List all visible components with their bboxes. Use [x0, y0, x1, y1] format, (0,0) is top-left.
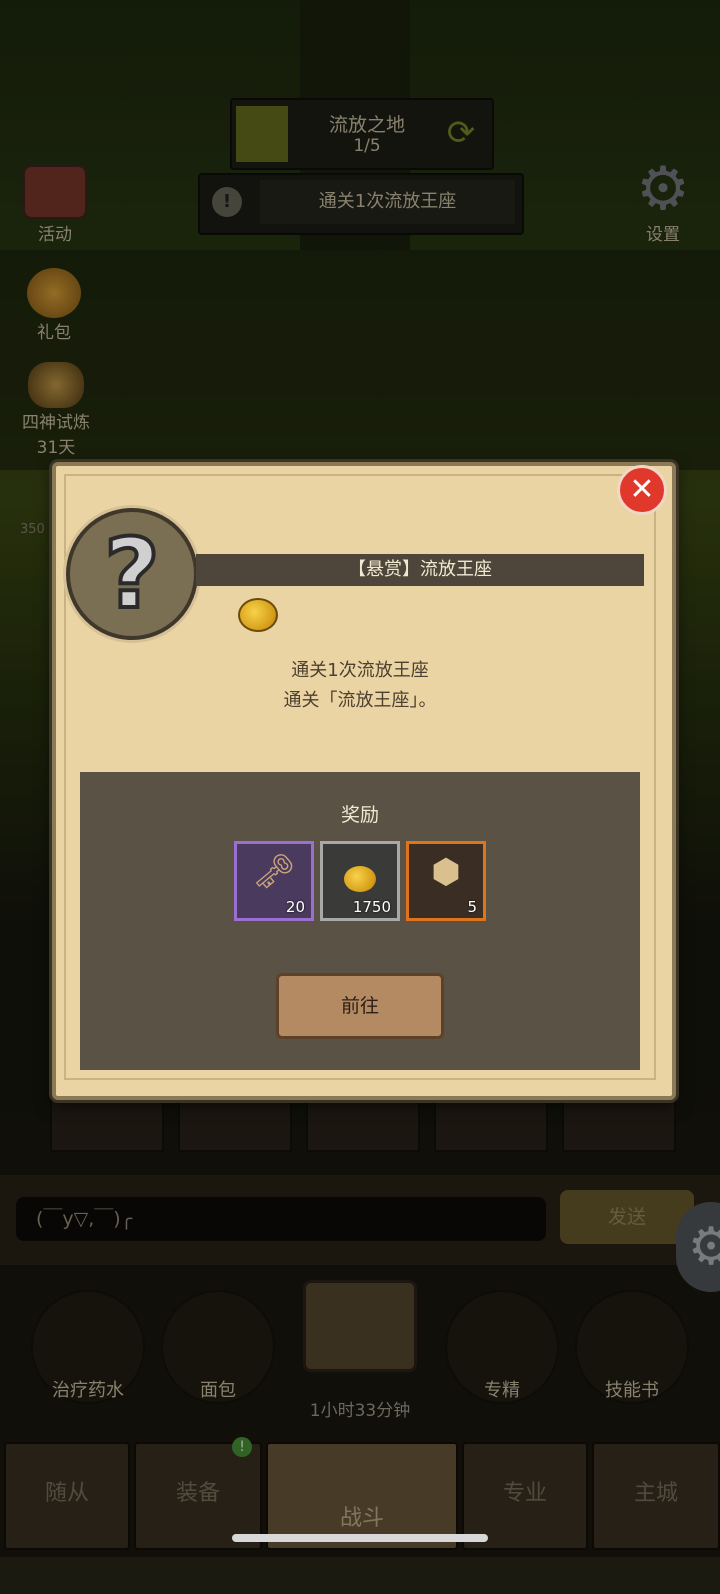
reward-count: 5: [467, 898, 477, 916]
gold-coin-icon: [323, 866, 397, 892]
dialog-title: 【悬赏】流放王座: [196, 554, 644, 586]
reward-count: 20: [285, 898, 305, 916]
go-button[interactable]: 前往: [276, 973, 444, 1039]
reward-slot-crate[interactable]: ⬢ 5: [406, 841, 486, 921]
crate-icon: ⬢: [431, 852, 461, 892]
quest-objective: 通关1次流放王座: [291, 660, 429, 681]
reward-slot-key[interactable]: 🗝 20: [234, 841, 314, 921]
reward-slot-gold[interactable]: 1750: [320, 841, 400, 921]
reward-title: 奖励: [340, 804, 379, 826]
gold-coin-icon: [238, 598, 278, 632]
quest-description: 通关「流放王座」。: [283, 690, 437, 711]
unknown-quest-icon: ?: [66, 508, 198, 640]
key-icon: 🗝: [252, 852, 296, 892]
reward-count: 1750: [352, 898, 391, 916]
close-icon[interactable]: ✕: [617, 465, 667, 515]
home-indicator[interactable]: [232, 1534, 488, 1542]
